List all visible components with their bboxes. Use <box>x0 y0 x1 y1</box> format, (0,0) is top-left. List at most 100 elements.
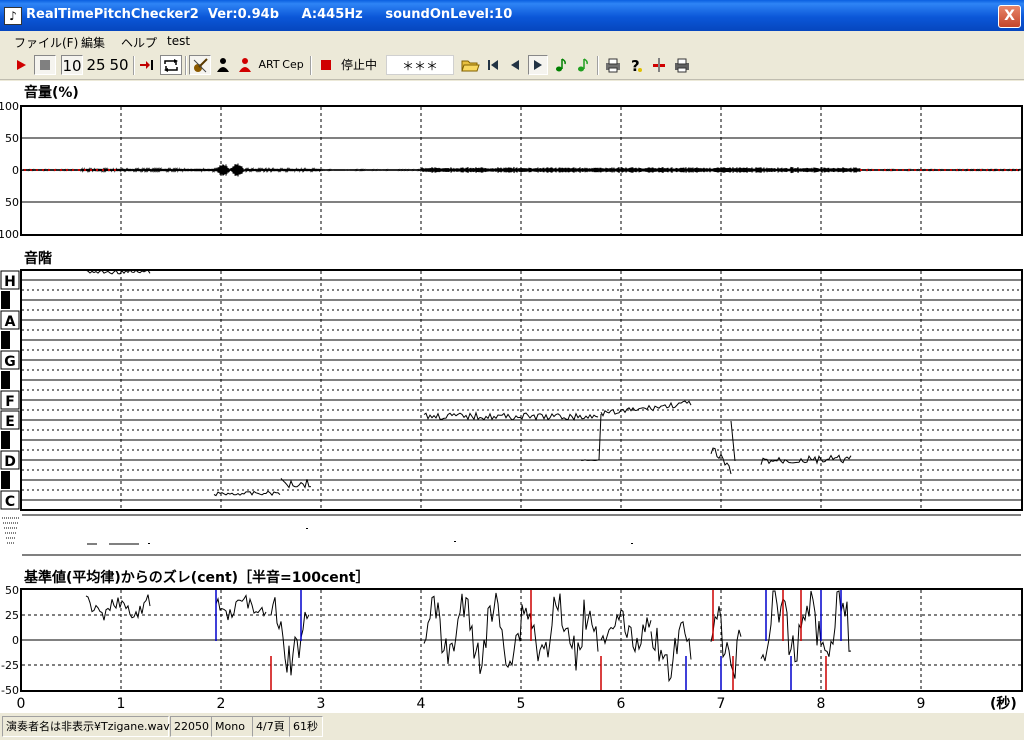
volume-marker <box>96 169 98 171</box>
first-icon[interactable] <box>484 55 502 75</box>
volume-marker <box>78 169 80 171</box>
time-tick-label: 0 <box>17 696 26 712</box>
black-key <box>1 371 10 389</box>
menu-file[interactable]: ファイル(F) <box>14 34 78 51</box>
pitch-analysis-chart[interactable]: 音量(%) 10050050100 音階 HAGFEDC 基準値(平均律)からの… <box>0 81 1024 713</box>
next-icon[interactable] <box>528 55 548 75</box>
previous-icon[interactable] <box>506 55 524 75</box>
violin-icon[interactable]: ♪ <box>4 7 22 25</box>
volume-marker <box>920 169 922 171</box>
time-tick-label: 8 <box>817 696 826 712</box>
status-duration: 61秒 <box>289 716 323 737</box>
menu-edit[interactable]: 編集 <box>81 34 105 51</box>
printer-icon[interactable] <box>672 55 692 75</box>
close-button[interactable]: X <box>998 5 1021 28</box>
menu-bar: ファイル(F) 編集 ヘルプ test <box>0 31 1024 51</box>
volume-marker <box>1016 169 1018 171</box>
scale-panel <box>20 269 1023 511</box>
note-label: F <box>5 394 15 410</box>
volume-marker <box>84 169 86 171</box>
cents-tick-label: -25 <box>1 659 19 672</box>
volume-marker <box>1010 169 1012 171</box>
volume-marker <box>54 169 56 171</box>
volume-marker <box>980 169 982 171</box>
status-page: 4/7頁 <box>252 716 290 737</box>
open-folder-icon[interactable] <box>459 55 481 75</box>
volume-marker <box>926 169 928 171</box>
volume-marker <box>914 169 916 171</box>
strip-dot <box>454 541 456 542</box>
volume-marker <box>102 169 104 171</box>
volume-marker <box>908 169 910 171</box>
note-label: E <box>5 414 15 430</box>
note-label: G <box>4 354 16 370</box>
cep-button[interactable]: Cep <box>282 55 304 75</box>
volume-tick-label: 100 <box>0 228 19 241</box>
cents-tick-label: 25 <box>5 609 19 622</box>
volume-marker <box>962 169 964 171</box>
cents-tick-label: 50 <box>5 584 19 597</box>
print-icon[interactable] <box>603 55 623 75</box>
note-icon[interactable] <box>574 55 592 75</box>
menu-test[interactable]: test <box>167 34 190 48</box>
record-stop-icon[interactable] <box>317 55 335 75</box>
volume-tick-label: 0 <box>12 164 19 177</box>
volume-marker <box>902 169 904 171</box>
volume-marker <box>90 169 92 171</box>
note-label: C <box>5 494 15 510</box>
help-icon[interactable]: ? <box>627 55 645 75</box>
volume-marker <box>48 169 50 171</box>
stop-icon[interactable] <box>34 55 56 75</box>
time-unit-label: (秒) <box>990 695 1017 712</box>
volume-marker <box>66 169 68 171</box>
volume-marker <box>866 169 868 171</box>
status-samplerate: 22050 <box>170 716 212 737</box>
black-key <box>1 431 10 449</box>
player-red-icon[interactable] <box>235 55 255 75</box>
player-black-icon[interactable] <box>213 55 233 75</box>
volume-marker <box>968 169 970 171</box>
volume-marker <box>42 169 44 171</box>
play-icon[interactable] <box>11 55 31 75</box>
time-tick-label: 4 <box>417 696 426 712</box>
volume-marker <box>974 169 976 171</box>
volume-marker <box>878 169 880 171</box>
cents-panel-title: 基準値(平均律)からのズレ(cent)［半音=100cent］ <box>24 569 369 586</box>
time-tick-label: 5 <box>517 696 526 712</box>
time-tick-label: 6 <box>617 696 626 712</box>
zoom-25-button[interactable]: 25 <box>85 55 107 75</box>
note-icon[interactable] <box>552 55 570 75</box>
violin-icon[interactable] <box>189 55 211 75</box>
time-tick-label: 1 <box>117 696 126 712</box>
volume-marker <box>956 169 958 171</box>
volume-marker <box>896 169 898 171</box>
main-plot-area: 音量(%) 100 50 0 50 100 音階 HAGFEDC 基準値(平均律)からの… <box>0 81 1024 713</box>
volume-marker <box>986 169 988 171</box>
scale-panel-title: 音階 <box>24 250 52 267</box>
menu-help[interactable]: ヘルプ <box>121 34 157 51</box>
art-button[interactable]: ART <box>258 55 280 75</box>
title-bar: ♪ RealTimePitchChecker2 Ver:0.94b A:445H… <box>0 0 1024 31</box>
pitch-trace-segment <box>581 459 600 462</box>
strip-dot <box>631 543 633 544</box>
window-title: RealTimePitchChecker2 Ver:0.94b A:445Hz … <box>26 7 513 22</box>
volume-marker <box>72 169 74 171</box>
skip-to-end-icon[interactable] <box>137 55 157 75</box>
status-bar: 演奏者名は非表示¥Tzigane.wav 22050 Mono 4/7頁 61秒 <box>0 713 1024 740</box>
volume-marker <box>938 169 940 171</box>
zoom-10-button[interactable]: 10 <box>61 55 83 75</box>
volume-marker <box>30 169 32 171</box>
strip-dot <box>306 528 308 529</box>
volume-marker <box>992 169 994 171</box>
volume-tick-label: 50 <box>5 196 19 209</box>
volume-marker <box>1004 169 1006 171</box>
volume-marker <box>998 169 1000 171</box>
volume-panel-title: 音量(%) <box>24 84 79 101</box>
volume-marker <box>884 169 886 171</box>
zoom-50-button[interactable]: 50 <box>108 55 130 75</box>
volume-tick-label: 100 <box>0 100 19 113</box>
volume-marker <box>24 169 26 171</box>
marker-icon[interactable] <box>650 55 668 75</box>
toolbar: 10 25 50 ART Cep 停止中 ＊＊＊ ? <box>0 52 1024 80</box>
loop-icon[interactable] <box>160 55 182 75</box>
